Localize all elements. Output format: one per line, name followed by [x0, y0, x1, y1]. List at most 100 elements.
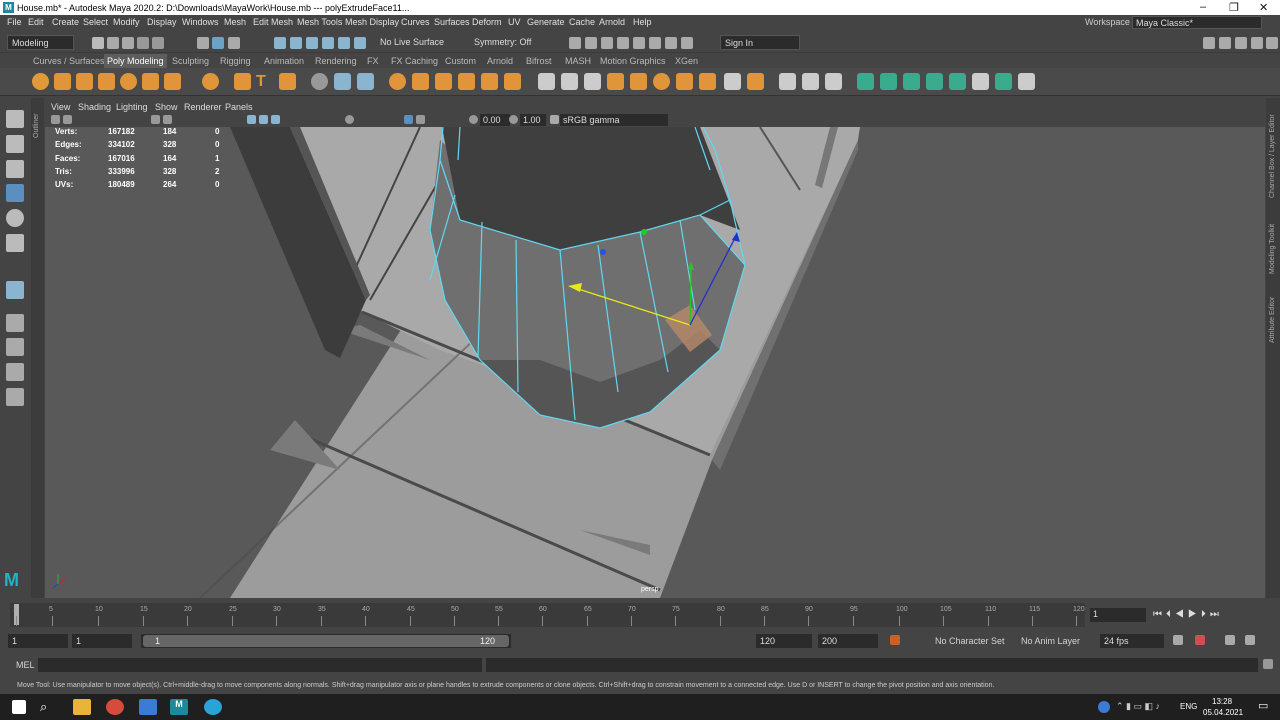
rotate-tool-icon[interactable] [6, 209, 24, 227]
menu-create[interactable]: Create [52, 17, 79, 27]
outliner-layout-icon[interactable] [6, 388, 24, 406]
target-weld-icon[interactable] [747, 73, 764, 90]
range-slider[interactable]: 1 120 [141, 634, 511, 648]
make-live-icon[interactable] [354, 37, 366, 49]
undo-icon[interactable] [137, 37, 149, 49]
attribute-editor-tab[interactable]: Attribute Editor [1269, 297, 1276, 343]
scene-start-field[interactable]: 1 [8, 634, 68, 648]
select-tool-icon[interactable] [6, 110, 24, 128]
ipr-render-icon[interactable] [601, 37, 613, 49]
select-object-icon[interactable] [228, 37, 240, 49]
exposure-field[interactable]: 0.00 [480, 114, 510, 126]
mel-input[interactable] [38, 658, 482, 672]
merge-icon[interactable] [724, 73, 741, 90]
tab-rendering[interactable]: Rendering [315, 56, 357, 66]
menu-windows[interactable]: Windows [182, 17, 219, 27]
menu-mesh[interactable]: Mesh [224, 17, 246, 27]
menu-file[interactable]: File [7, 17, 22, 27]
cache-playback-icon[interactable] [1195, 635, 1205, 645]
multi-cut-icon[interactable] [779, 73, 796, 90]
isolate-select-icon[interactable] [404, 115, 413, 124]
svg-icon[interactable] [279, 73, 296, 90]
language-indicator[interactable]: ENG [1180, 702, 1197, 711]
gamma-field[interactable]: 1.00 [520, 114, 546, 126]
poke-icon[interactable] [676, 73, 693, 90]
panel-menu-lighting[interactable]: Lighting [116, 102, 148, 112]
poly-sphere-icon[interactable] [32, 73, 49, 90]
tab-rigging[interactable]: Rigging [220, 56, 251, 66]
redo-icon[interactable] [152, 37, 164, 49]
panel-menu-show[interactable]: Show [155, 102, 178, 112]
chrome-icon[interactable] [106, 699, 124, 715]
playback-end-field[interactable]: 120 [756, 634, 812, 648]
persp-outliner-icon[interactable] [6, 363, 24, 381]
tool-settings-icon[interactable] [1235, 37, 1247, 49]
new-scene-icon[interactable] [92, 37, 104, 49]
tray-cloud-icon[interactable] [1098, 701, 1110, 713]
auto-key-icon[interactable] [890, 635, 900, 645]
lights-icon[interactable] [345, 115, 354, 124]
type-text-icon[interactable]: T [256, 73, 273, 90]
tab-fx-caching[interactable]: FX Caching [391, 56, 438, 66]
poly-cube-icon[interactable] [54, 73, 71, 90]
tab-arnold[interactable]: Arnold [487, 56, 513, 66]
menu-display[interactable]: Display [147, 17, 177, 27]
combine-icon[interactable] [357, 73, 374, 90]
menu-curves[interactable]: Curves [401, 17, 430, 27]
arnold-render-icon[interactable] [665, 37, 677, 49]
script-editor-icon[interactable] [1263, 659, 1273, 669]
maximize-button[interactable]: ❐ [1229, 1, 1239, 14]
loop-icon[interactable] [1173, 635, 1183, 645]
bevel-icon[interactable] [584, 73, 601, 90]
save-scene-icon[interactable] [122, 37, 134, 49]
render-view-icon[interactable] [649, 37, 661, 49]
wedge-icon[interactable] [653, 73, 670, 90]
smooth-shade-icon[interactable] [259, 115, 268, 124]
symmetry-dropdown[interactable]: Symmetry: Off [470, 35, 540, 50]
uv-editor-icon[interactable] [949, 73, 966, 90]
tab-curves-surfaces[interactable]: Curves / Surfaces [33, 56, 105, 66]
color-space-dropdown[interactable]: sRGB gamma [560, 114, 668, 126]
mirror-icon[interactable] [334, 73, 351, 90]
scale-tool-icon[interactable] [6, 234, 24, 252]
menu-mesh-display[interactable]: Mesh Display [345, 17, 399, 27]
platonic-solid-icon[interactable] [202, 73, 219, 90]
append-icon[interactable] [630, 73, 647, 90]
outliner-toggle-icon[interactable] [1266, 37, 1278, 49]
tab-sculpting[interactable]: Sculpting [172, 56, 209, 66]
audio-icon[interactable] [1225, 635, 1235, 645]
tab-xgen[interactable]: XGen [675, 56, 698, 66]
render-settings-icon[interactable] [617, 37, 629, 49]
menu-uv[interactable]: UV [508, 17, 521, 27]
poly-cylinder-icon[interactable] [76, 73, 93, 90]
bookmark-icon[interactable] [63, 115, 72, 124]
mel-label[interactable]: MEL [16, 660, 35, 670]
menu-set-dropdown[interactable]: Modeling [7, 35, 74, 50]
offset-edge-loop-icon[interactable] [825, 73, 842, 90]
menu-edit[interactable]: Edit [28, 17, 44, 27]
menu-edit-mesh[interactable]: Edit Mesh [253, 17, 293, 27]
anim-layer-dropdown[interactable]: No Anim Layer [1021, 636, 1080, 646]
modeling-toolkit-icon[interactable] [1203, 37, 1215, 49]
history-icon[interactable] [569, 37, 581, 49]
single-perspective-icon[interactable] [6, 314, 24, 332]
four-view-icon[interactable] [6, 338, 24, 356]
poly-torus-icon[interactable] [120, 73, 137, 90]
xray-icon[interactable] [416, 115, 425, 124]
extract-icon[interactable] [389, 73, 406, 90]
panel-menu-panels[interactable]: Panels [225, 102, 253, 112]
tab-mash[interactable]: MASH [565, 56, 591, 66]
cut-uv-icon[interactable] [995, 73, 1012, 90]
open-scene-icon[interactable] [107, 37, 119, 49]
tab-fx[interactable]: FX [367, 56, 379, 66]
snap-view-plane-icon[interactable] [338, 37, 350, 49]
tab-custom[interactable]: Custom [445, 56, 476, 66]
attribute-editor-icon[interactable] [1219, 37, 1231, 49]
menu-surfaces[interactable]: Surfaces [434, 17, 470, 27]
wireframe-on-shaded-icon[interactable] [271, 115, 280, 124]
tab-bifrost[interactable]: Bifrost [526, 56, 552, 66]
snap-point-icon[interactable] [306, 37, 318, 49]
panel-menu-renderer[interactable]: Renderer [184, 102, 222, 112]
channel-box-tab[interactable]: Channel Box / Layer Editor [1269, 114, 1276, 198]
snap-projected-center-icon[interactable] [322, 37, 334, 49]
